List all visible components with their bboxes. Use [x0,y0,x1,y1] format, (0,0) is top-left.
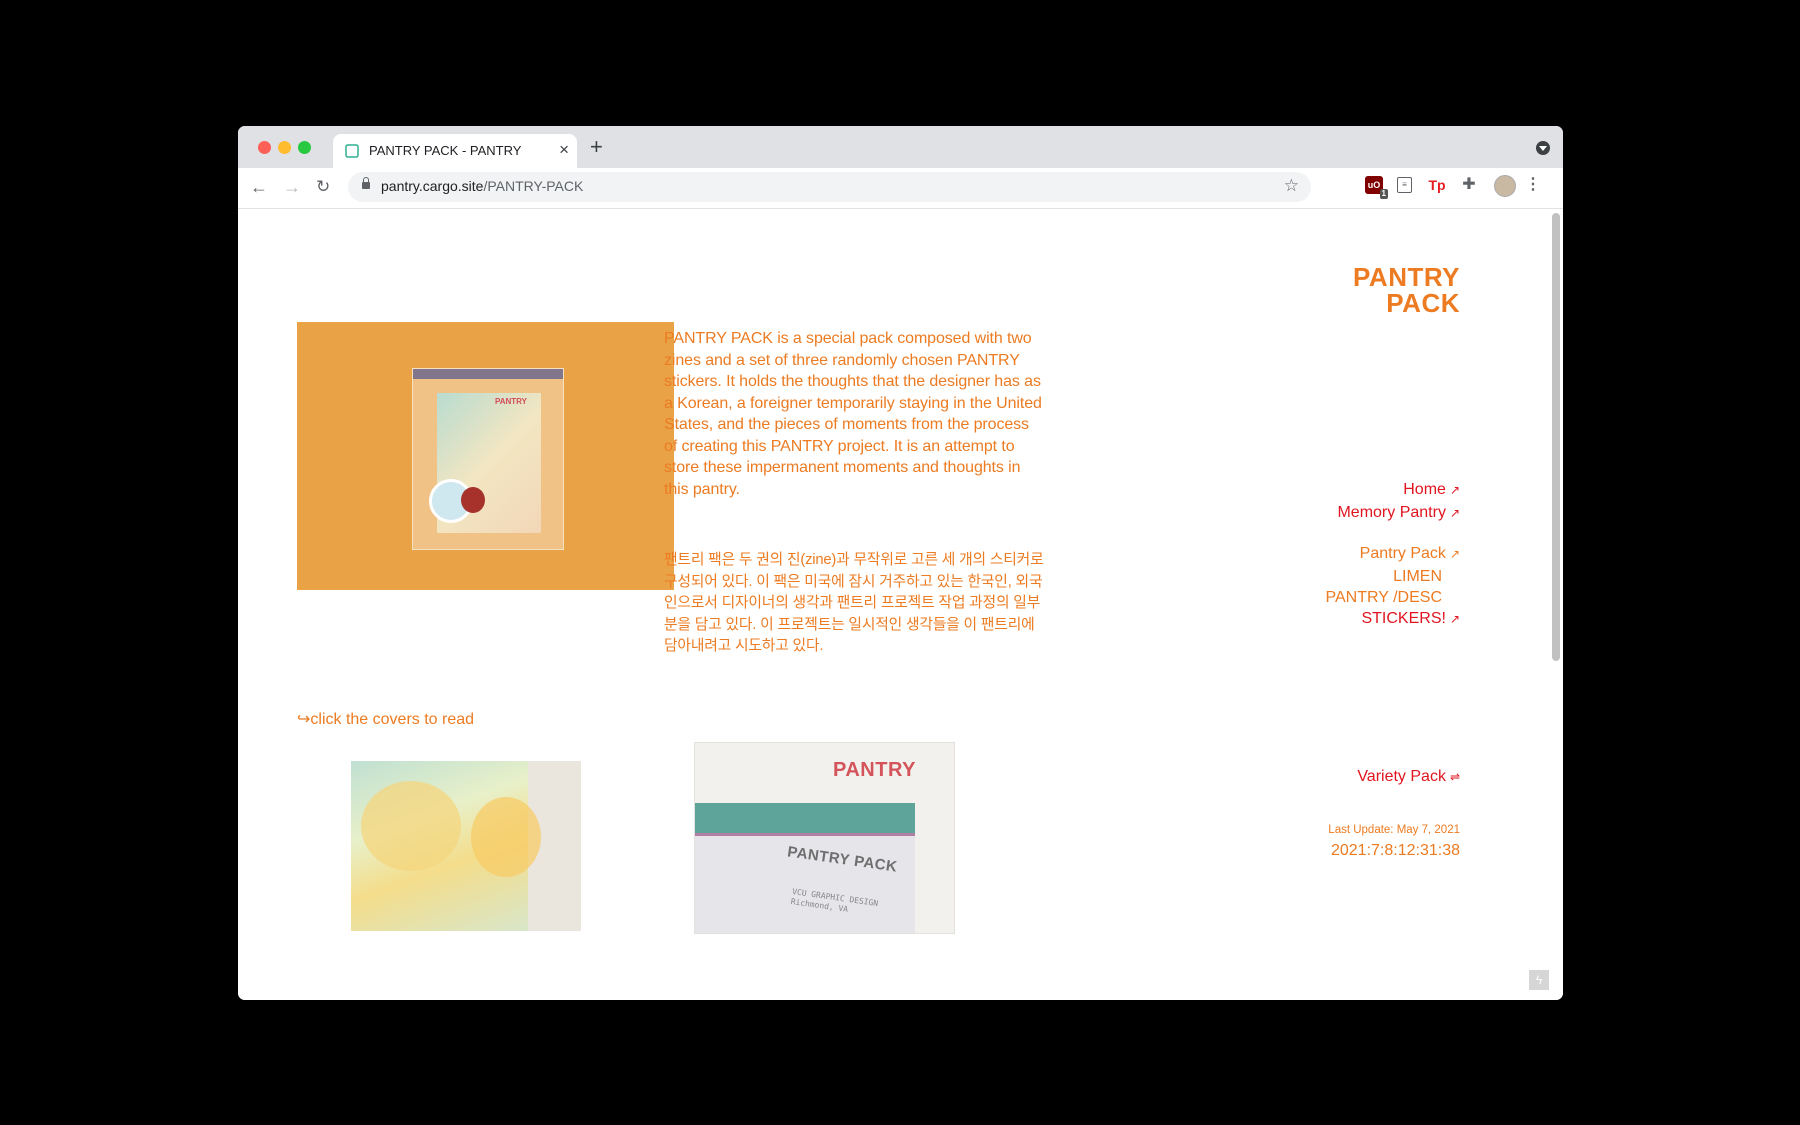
address-bar[interactable]: pantry.cargo.site/PANTRY-PACK ☆ [348,172,1311,202]
click-covers-hint: ↪click the covers to read [297,711,475,728]
bag-zipper [413,369,563,379]
logo-line-2: PACK [1386,288,1460,318]
cargo-bolt-icon[interactable]: ϟ [1529,970,1549,990]
ziplock-bag-image: PANTRY [412,368,564,550]
browser-menu-icon[interactable]: ⋮ [1524,176,1542,194]
nav-memory-pantry[interactable]: Memory Pantry ↗ [1337,502,1460,525]
cover-2-title: PANTRY [833,759,916,781]
nav-home[interactable]: Home ↗ [1337,479,1460,502]
nav-memory-pantry-label: Memory Pantry [1337,503,1446,521]
nav-pantry-pack[interactable]: Pantry Pack ↗ [1326,543,1460,566]
close-window-button[interactable] [258,141,271,154]
update-timestamp: 2021:7:8:12:31:38 [1330,842,1460,859]
zine-cover-2[interactable]: PANTRY PANTRY PACK VCU GRAPHIC DESIGN Ri… [694,742,955,934]
red-sticker [461,487,485,513]
nav-group-pack: Pantry Pack ↗ LIMEN PANTRY /DESC [1326,543,1460,609]
extensions-puzzle-icon[interactable]: ✚ [1460,176,1478,194]
tab-pantry-pack[interactable]: PANTRY PACK - PANTRY × [333,134,577,168]
external-arrow-icon: ↗ [1449,612,1460,626]
tab-title: PANTRY PACK - PANTRY [369,143,522,158]
bookmark-star-icon[interactable]: ☆ [1284,176,1299,196]
scrollbar-thumb[interactable] [1552,213,1560,661]
maximize-window-button[interactable] [298,141,311,154]
tab-search-icon[interactable] [1536,141,1550,155]
ublock-extension-icon[interactable]: uO 1 [1365,176,1388,199]
logo-line-1: PANTRY [1353,262,1460,292]
browser-window: PANTRY PACK - PANTRY × + ← → ↻ pantry.ca… [238,126,1563,1000]
description-korean: 팬트리 팩은 두 권의 진(zine)과 무작위로 고른 세 개의 스티커로 구… [664,552,1044,654]
url-host: pantry.cargo.site [381,178,484,194]
back-arrow-icon[interactable]: ← [250,176,268,198]
zine-cover-1[interactable] [351,761,581,931]
nav-variety-pack[interactable]: Variety Pack ⇌ [1357,766,1460,789]
cover-1-blob [361,781,461,871]
tab-close-icon[interactable]: × [559,140,569,160]
forward-arrow-icon[interactable]: → [283,176,301,198]
pantry-pack-photo: PANTRY [297,322,674,590]
tp-extension-icon[interactable]: Tp [1428,176,1446,194]
last-update-label: Last Update: May 7, 2021 [1328,824,1460,836]
nav-home-label: Home [1403,481,1446,498]
ublock-badge: 1 [1379,189,1388,199]
nav-pantry-desc[interactable]: PANTRY /DESC [1326,587,1460,609]
nav-variety-pack-label: Variety Pack [1357,768,1446,785]
nav-stickers[interactable]: STICKERS! ↗ [1361,608,1460,631]
reload-icon[interactable]: ↻ [316,176,330,198]
external-arrow-icon: ↗ [1449,483,1460,497]
lock-icon[interactable] [362,177,370,189]
browser-toolbar: ← → ↻ pantry.cargo.site/PANTRY-PACK ☆ uO… [238,168,1563,209]
new-tab-button[interactable]: + [590,134,603,160]
cargo-favicon-icon [345,144,359,158]
page-content: PANTRY PACK PANTRY PANTRY PACK is a spec… [238,209,1563,1000]
nav-limen-label: LIMEN [1393,567,1442,585]
zine-title: PANTRY [495,397,527,406]
cover-1-blob [471,797,541,877]
reader-extension-icon[interactable]: ≡ [1397,177,1412,193]
nav-group-stickers: STICKERS! ↗ [1361,608,1460,631]
nav-group-main: Home ↗ Memory Pantry ↗ [1337,479,1460,524]
nav-group-variety: Variety Pack ⇌ [1357,766,1460,789]
description-english: PANTRY PACK is a special pack composed w… [664,330,1042,498]
url-text[interactable]: pantry.cargo.site/PANTRY-PACK [381,178,583,194]
nav-pantry-pack-label: Pantry Pack [1359,545,1446,562]
site-logo[interactable]: PANTRY PACK [1353,264,1460,316]
loop-arrow-icon: ⇌ [1449,770,1460,784]
nav-limen[interactable]: LIMEN [1326,566,1460,588]
nav-pantry-desc-label: PANTRY /DESC [1325,589,1442,606]
cover-1-artwork [351,761,541,931]
external-arrow-icon: ↗ [1449,505,1460,520]
profile-avatar[interactable] [1494,175,1516,197]
cover-2-zipper [695,803,915,833]
nav-stickers-label: STICKERS! [1361,610,1446,627]
url-path: /PANTRY-PACK [483,178,584,194]
external-arrow-icon: ↗ [1449,547,1460,561]
minimize-window-button[interactable] [278,141,291,154]
tab-strip: PANTRY PACK - PANTRY × + [238,126,1563,168]
